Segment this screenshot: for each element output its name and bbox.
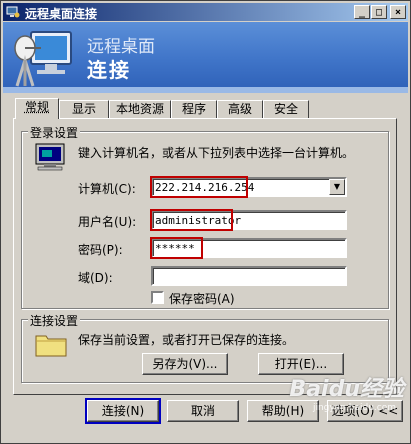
remote-computer-icon (14, 31, 72, 87)
login-settings-label: 登录设置 (28, 124, 81, 141)
save-password-checkbox[interactable] (151, 291, 164, 304)
banner-strip (3, 87, 408, 93)
header-banner: 远程桌面 连接 (3, 22, 408, 93)
username-label: 用户名(U): (78, 215, 137, 229)
cancel-button[interactable]: 取消 (167, 400, 239, 422)
tab-programs[interactable]: 程序 (171, 100, 217, 118)
connection-hint: 保存当前设置，或者打开已保存的连接。 (78, 333, 295, 347)
baidu-watermark-url: jingyan.baidu.com (312, 403, 396, 413)
password-label: 密码(P): (78, 243, 123, 257)
window-title: 远程桌面连接 (25, 7, 98, 21)
tab-display[interactable]: 显示 (59, 100, 109, 118)
computer-icon (35, 143, 65, 171)
general-tab-panel: 登录设置 键入计算机名，或者从下拉列表中选择一台计算机。 计算机(C): 222… (13, 118, 397, 395)
domain-label: 域(D): (78, 271, 113, 285)
computer-highlight (150, 176, 248, 198)
save-password-label: 保存密码(A) (169, 292, 235, 306)
tab-advanced[interactable]: 高级 (217, 100, 263, 118)
close-button[interactable]: × (390, 5, 406, 19)
chevron-down-icon[interactable]: ▼ (329, 179, 345, 195)
maximize-button[interactable]: □ (371, 5, 387, 19)
remote-desktop-app-icon (6, 6, 20, 18)
tab-security[interactable]: 安全 (263, 100, 309, 118)
remote-desktop-window: 远程桌面连接 _ □ × 远程桌面 连接 常规 显示 本地资源 程序 高级 安全… (0, 0, 411, 444)
username-highlight (150, 209, 233, 231)
computer-label: 计算机(C): (78, 182, 136, 196)
login-hint: 键入计算机名，或者从下拉列表中选择一台计算机。 (78, 146, 355, 160)
connection-settings-label: 连接设置 (28, 312, 81, 329)
help-button[interactable]: 帮助(H) (247, 400, 319, 422)
folder-icon (35, 335, 67, 357)
save-as-button[interactable]: 另存为(V)... (142, 353, 228, 375)
tab-local-resources[interactable]: 本地资源 (109, 100, 171, 118)
password-highlight (150, 237, 203, 259)
tab-general[interactable]: 常规 (15, 98, 59, 119)
title-bar[interactable]: 远程桌面连接 _ □ × (3, 3, 408, 21)
login-settings-group: 登录设置 键入计算机名，或者从下拉列表中选择一台计算机。 计算机(C): 222… (21, 124, 389, 309)
minimize-button[interactable]: _ (354, 5, 370, 19)
domain-field[interactable] (151, 266, 347, 286)
connect-highlight (85, 398, 161, 424)
baidu-watermark: Baidu经验 (289, 377, 404, 402)
banner-title-line2: 连接 (87, 58, 131, 82)
